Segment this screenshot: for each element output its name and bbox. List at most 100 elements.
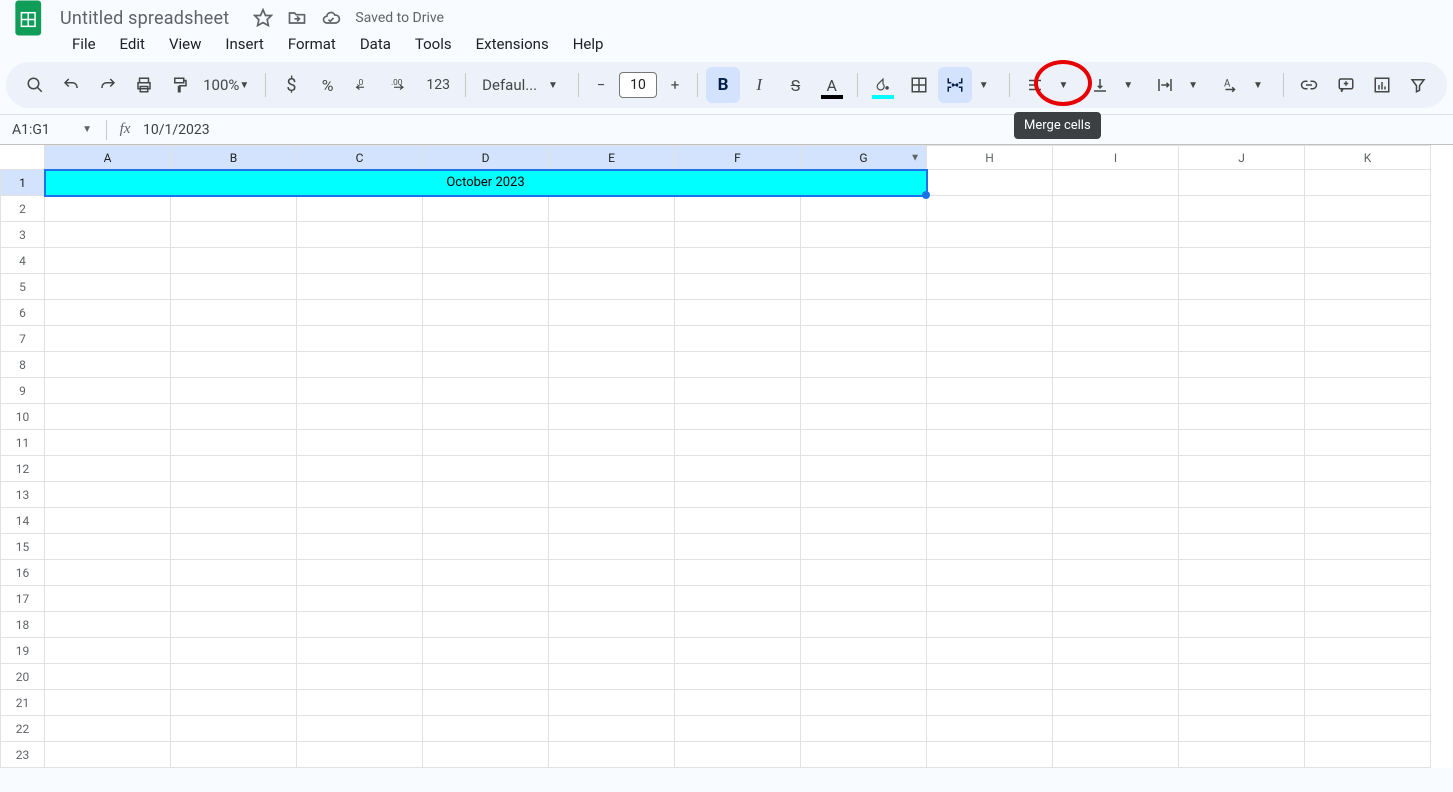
cell[interactable] (171, 742, 297, 768)
cell[interactable] (297, 222, 423, 248)
cell[interactable] (801, 664, 927, 690)
borders-button[interactable] (902, 67, 936, 103)
halign-caret[interactable]: ▼ (1054, 67, 1081, 103)
search-menu-icon[interactable] (18, 67, 52, 103)
italic-button[interactable]: I (742, 67, 776, 103)
cell[interactable] (1305, 404, 1431, 430)
horizontal-align-button[interactable] (1018, 67, 1052, 103)
cell[interactable] (927, 404, 1053, 430)
print-icon[interactable] (127, 67, 161, 103)
cell[interactable] (675, 586, 801, 612)
cell[interactable] (1179, 560, 1305, 586)
cell[interactable] (171, 638, 297, 664)
cell[interactable] (423, 326, 549, 352)
menu-data[interactable]: Data (350, 31, 401, 57)
cell[interactable] (801, 586, 927, 612)
menu-format[interactable]: Format (278, 31, 346, 57)
percent-icon[interactable]: % (311, 67, 345, 103)
cell[interactable] (297, 378, 423, 404)
cell[interactable] (675, 300, 801, 326)
cell[interactable] (171, 482, 297, 508)
column-header-H[interactable]: H (927, 146, 1053, 170)
row-header-15[interactable]: 15 (1, 534, 45, 560)
zoom-select[interactable]: 100%▼ (199, 76, 257, 94)
cell[interactable] (549, 430, 675, 456)
cell[interactable] (801, 742, 927, 768)
cell[interactable] (1053, 248, 1179, 274)
cell[interactable] (45, 482, 171, 508)
cell[interactable] (675, 742, 801, 768)
cell[interactable] (45, 352, 171, 378)
cell[interactable] (423, 430, 549, 456)
cell[interactable] (423, 482, 549, 508)
cell[interactable] (675, 326, 801, 352)
cell[interactable] (1305, 222, 1431, 248)
cell[interactable] (297, 300, 423, 326)
cell[interactable] (675, 482, 801, 508)
cell[interactable] (549, 274, 675, 300)
cell[interactable] (297, 586, 423, 612)
menu-view[interactable]: View (159, 31, 211, 57)
cell[interactable] (675, 508, 801, 534)
cell[interactable] (1179, 534, 1305, 560)
filter-button[interactable] (1401, 67, 1435, 103)
cloud-icon[interactable] (321, 8, 341, 28)
cell[interactable] (297, 690, 423, 716)
cell[interactable] (1053, 508, 1179, 534)
row-header-4[interactable]: 4 (1, 248, 45, 274)
column-header-A[interactable]: A (45, 146, 171, 170)
cell[interactable] (45, 196, 171, 222)
row-header-9[interactable]: 9 (1, 378, 45, 404)
cell[interactable] (423, 534, 549, 560)
row-header-3[interactable]: 3 (1, 222, 45, 248)
cell[interactable] (423, 716, 549, 742)
row-header-19[interactable]: 19 (1, 638, 45, 664)
cell[interactable] (1179, 404, 1305, 430)
cell[interactable] (1305, 560, 1431, 586)
cell[interactable] (675, 560, 801, 586)
cell[interactable] (927, 612, 1053, 638)
cell[interactable] (927, 508, 1053, 534)
row-header-17[interactable]: 17 (1, 586, 45, 612)
cell[interactable] (549, 716, 675, 742)
cell[interactable] (423, 612, 549, 638)
cell[interactable] (1305, 196, 1431, 222)
row-header-10[interactable]: 10 (1, 404, 45, 430)
cell[interactable] (297, 612, 423, 638)
cell[interactable] (549, 534, 675, 560)
cell[interactable] (423, 690, 549, 716)
cell[interactable] (1179, 378, 1305, 404)
cell[interactable] (45, 690, 171, 716)
cell[interactable] (171, 586, 297, 612)
cell[interactable] (675, 638, 801, 664)
vertical-align-button[interactable] (1083, 67, 1117, 103)
cell[interactable] (1179, 456, 1305, 482)
insert-link-button[interactable] (1292, 67, 1326, 103)
cell[interactable] (927, 170, 1053, 196)
merged-cell-a1-g1[interactable]: October 2023 (45, 170, 927, 196)
cell[interactable] (423, 586, 549, 612)
cell[interactable] (45, 326, 171, 352)
decrease-fontsize-icon[interactable]: − (587, 67, 615, 103)
cell[interactable] (927, 742, 1053, 768)
cell[interactable] (1305, 586, 1431, 612)
cell[interactable] (927, 560, 1053, 586)
row-header-6[interactable]: 6 (1, 300, 45, 326)
column-menu-caret[interactable]: ▼ (910, 152, 920, 163)
cell[interactable] (1305, 690, 1431, 716)
cell[interactable] (675, 534, 801, 560)
cell[interactable] (549, 482, 675, 508)
cell[interactable] (1053, 404, 1179, 430)
menu-extensions[interactable]: Extensions (466, 31, 559, 57)
cell[interactable] (297, 352, 423, 378)
cell[interactable] (45, 248, 171, 274)
star-icon[interactable] (253, 8, 273, 28)
cell[interactable] (171, 716, 297, 742)
cell[interactable] (1305, 534, 1431, 560)
cell[interactable] (927, 638, 1053, 664)
cell[interactable] (1179, 508, 1305, 534)
cell[interactable] (45, 664, 171, 690)
cell[interactable] (1179, 612, 1305, 638)
insert-comment-button[interactable] (1328, 67, 1362, 103)
cell[interactable] (171, 534, 297, 560)
